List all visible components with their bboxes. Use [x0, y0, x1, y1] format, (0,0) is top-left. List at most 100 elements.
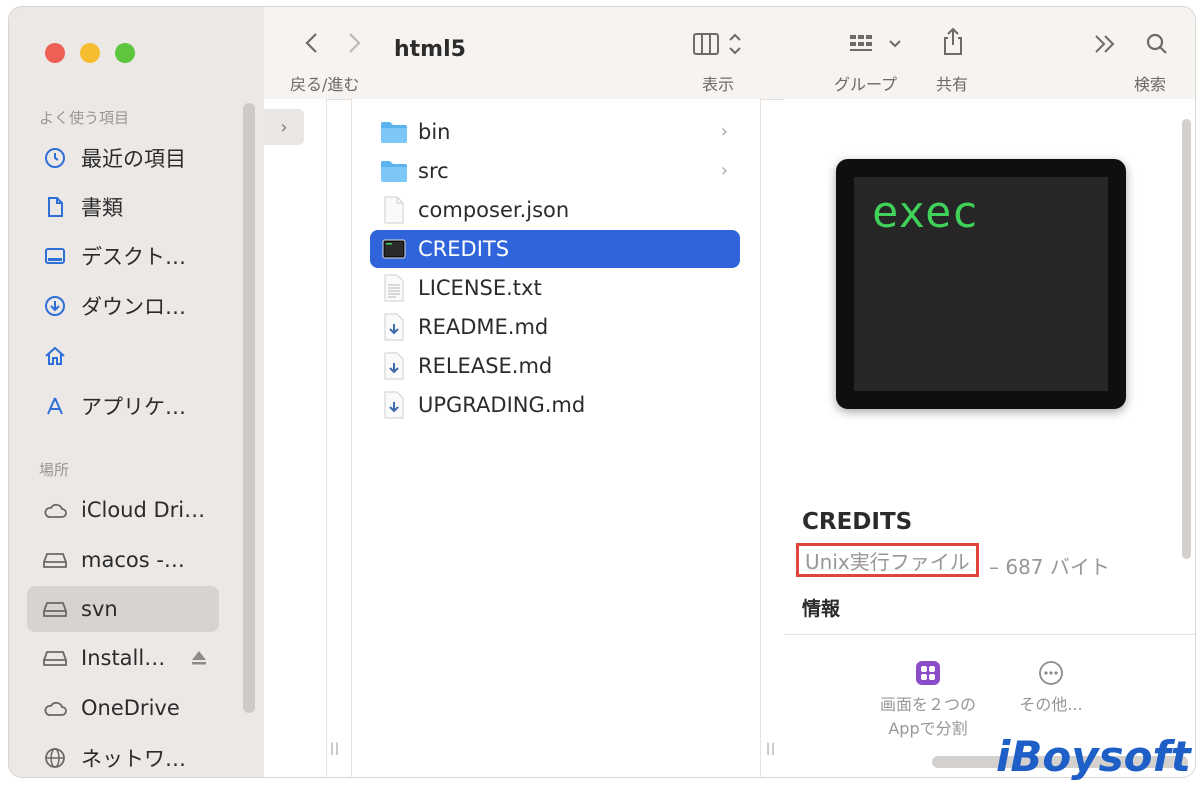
sidebar-item-home[interactable] — [27, 333, 219, 379]
sidebar-item-label: OneDrive — [81, 696, 180, 720]
more-action[interactable]: その他... — [1006, 659, 1096, 717]
parent-column: › || — [264, 99, 339, 777]
cloud-icon — [41, 496, 69, 524]
sidebar-item-label: svn — [81, 597, 118, 621]
minimize-window-button[interactable] — [80, 43, 100, 63]
file-row-src[interactable]: src › — [370, 152, 740, 190]
sidebar-item-label: macos -… — [81, 548, 185, 572]
markdown-file-icon — [380, 351, 408, 381]
sidebar-item-install[interactable]: Install… — [27, 635, 219, 681]
file-row-upgrading-md[interactable]: UPGRADING.md — [370, 386, 740, 424]
sidebar-item-downloads[interactable]: ダウンロ… — [27, 283, 219, 329]
file-name: LICENSE.txt — [418, 276, 542, 300]
file-name: bin — [418, 120, 451, 144]
forward-icon[interactable] — [344, 31, 364, 59]
action-label-line1: その他... — [1019, 695, 1083, 714]
file-row-license-txt[interactable]: LICENSE.txt — [370, 269, 740, 307]
sidebar-item-label: 最近の項目 — [81, 147, 186, 171]
cloud-icon — [41, 694, 69, 722]
more-toolbar-icon[interactable] — [1092, 33, 1118, 59]
share-label: 共有 — [936, 75, 969, 94]
divider — [784, 634, 1195, 635]
info-header: 情報 — [802, 598, 841, 620]
maximize-window-button[interactable] — [115, 43, 135, 63]
network-icon — [41, 744, 69, 772]
view-label: 表示 — [702, 75, 735, 94]
eject-icon[interactable] — [189, 648, 209, 672]
preview-file-name: CREDITS — [802, 509, 913, 535]
sidebar-item-label: ダウンロ… — [81, 295, 186, 319]
drive-icon — [41, 595, 69, 623]
file-row-release-md[interactable]: RELEASE.md — [370, 347, 740, 385]
window-title: html5 — [394, 37, 466, 62]
split-view-action[interactable]: 画面を２つの Appで分割 — [858, 659, 998, 741]
more-icon — [1006, 659, 1096, 693]
sidebar-item-label: デスクト… — [81, 245, 186, 269]
home-icon — [41, 342, 69, 370]
watermark-logo: iBoysoft — [996, 732, 1191, 781]
search-label: 検索 — [1134, 75, 1167, 94]
chevron-right-icon: › — [720, 160, 728, 181]
drive-icon — [41, 644, 69, 672]
sidebar-item-label: iCloud Dri… — [81, 498, 206, 522]
sidebar-item-network[interactable]: ネットワ… — [27, 735, 219, 777]
preview-pane: exec CREDITS Unix実行ファイル – 687 バイト 情報 画面を… — [784, 99, 1195, 777]
sidebar-item-documents[interactable]: 書類 — [27, 184, 219, 230]
column-resize-handle[interactable]: || — [766, 741, 776, 755]
file-row-credits[interactable]: CREDITS — [370, 230, 740, 268]
folder-icon — [380, 117, 408, 147]
column-resize-handle[interactable]: || — [330, 741, 340, 755]
split-view-icon — [858, 659, 998, 693]
favorites-header: よく使う項目 — [39, 109, 130, 127]
exec-thumbnail: exec — [836, 159, 1126, 409]
sidebar-item-label: アプリケ… — [81, 395, 186, 419]
applications-icon — [41, 392, 69, 420]
sidebar-item-applications[interactable]: アプリケ… — [27, 383, 219, 429]
sidebar-item-recents[interactable]: 最近の項目 — [27, 135, 219, 181]
markdown-file-icon — [380, 312, 408, 342]
column-view-icon[interactable] — [692, 31, 748, 61]
share-icon[interactable] — [940, 27, 966, 61]
sidebar-item-svn[interactable]: svn — [27, 586, 219, 632]
sidebar-item-macos[interactable]: macos -… — [27, 537, 219, 583]
back-icon[interactable] — [302, 31, 322, 59]
file-row-readme-md[interactable]: README.md — [370, 308, 740, 346]
close-window-button[interactable] — [45, 43, 65, 63]
file-name: UPGRADING.md — [418, 393, 586, 417]
document-icon — [41, 193, 69, 221]
text-file-icon — [380, 273, 408, 303]
preview-scrollbar[interactable] — [1182, 119, 1191, 559]
file-name: README.md — [418, 315, 549, 339]
desktop-icon — [41, 242, 69, 270]
clock-icon — [41, 144, 69, 172]
sidebar-item-label: ネットワ… — [81, 747, 186, 771]
sidebar-scrollbar[interactable] — [243, 103, 255, 713]
group-icon[interactable] — [848, 33, 908, 59]
file-row-composer-json[interactable]: composer.json — [370, 191, 740, 229]
expand-column-button[interactable]: › — [264, 109, 304, 145]
file-name: src — [418, 159, 449, 183]
markdown-file-icon — [380, 390, 408, 420]
file-name: RELEASE.md — [418, 354, 553, 378]
download-icon — [41, 292, 69, 320]
sidebar-item-label: 書類 — [81, 196, 123, 220]
locations-header: 場所 — [39, 461, 70, 479]
chevron-right-icon: › — [720, 121, 728, 142]
finder-window: よく使う項目 最近の項目 書類 デスクト… ダウンロ… アプリケ… 場所 iCl… — [8, 6, 1196, 778]
group-label: グループ — [834, 75, 898, 94]
file-column: bin › src › composer.json CREDITS LICENS… — [351, 99, 775, 777]
terminal-screen: exec — [854, 177, 1108, 391]
file-row-bin[interactable]: bin › — [370, 113, 740, 151]
file-kind: Unix実行ファイル — [805, 549, 970, 574]
sidebar-item-onedrive[interactable]: OneDrive — [27, 685, 219, 731]
folder-icon — [380, 156, 408, 186]
terminal-exec-icon — [380, 234, 408, 264]
chevron-right-icon: › — [280, 116, 288, 138]
search-icon[interactable] — [1144, 31, 1170, 61]
sidebar-item-desktop[interactable]: デスクト… — [27, 233, 219, 279]
file-name: CREDITS — [418, 237, 510, 261]
sidebar: よく使う項目 最近の項目 書類 デスクト… ダウンロ… アプリケ… 場所 iCl… — [9, 7, 265, 777]
thumbnail-text: exec — [872, 187, 978, 238]
file-kind-highlight: Unix実行ファイル — [796, 543, 979, 577]
sidebar-item-icloud[interactable]: iCloud Dri… — [27, 487, 219, 533]
